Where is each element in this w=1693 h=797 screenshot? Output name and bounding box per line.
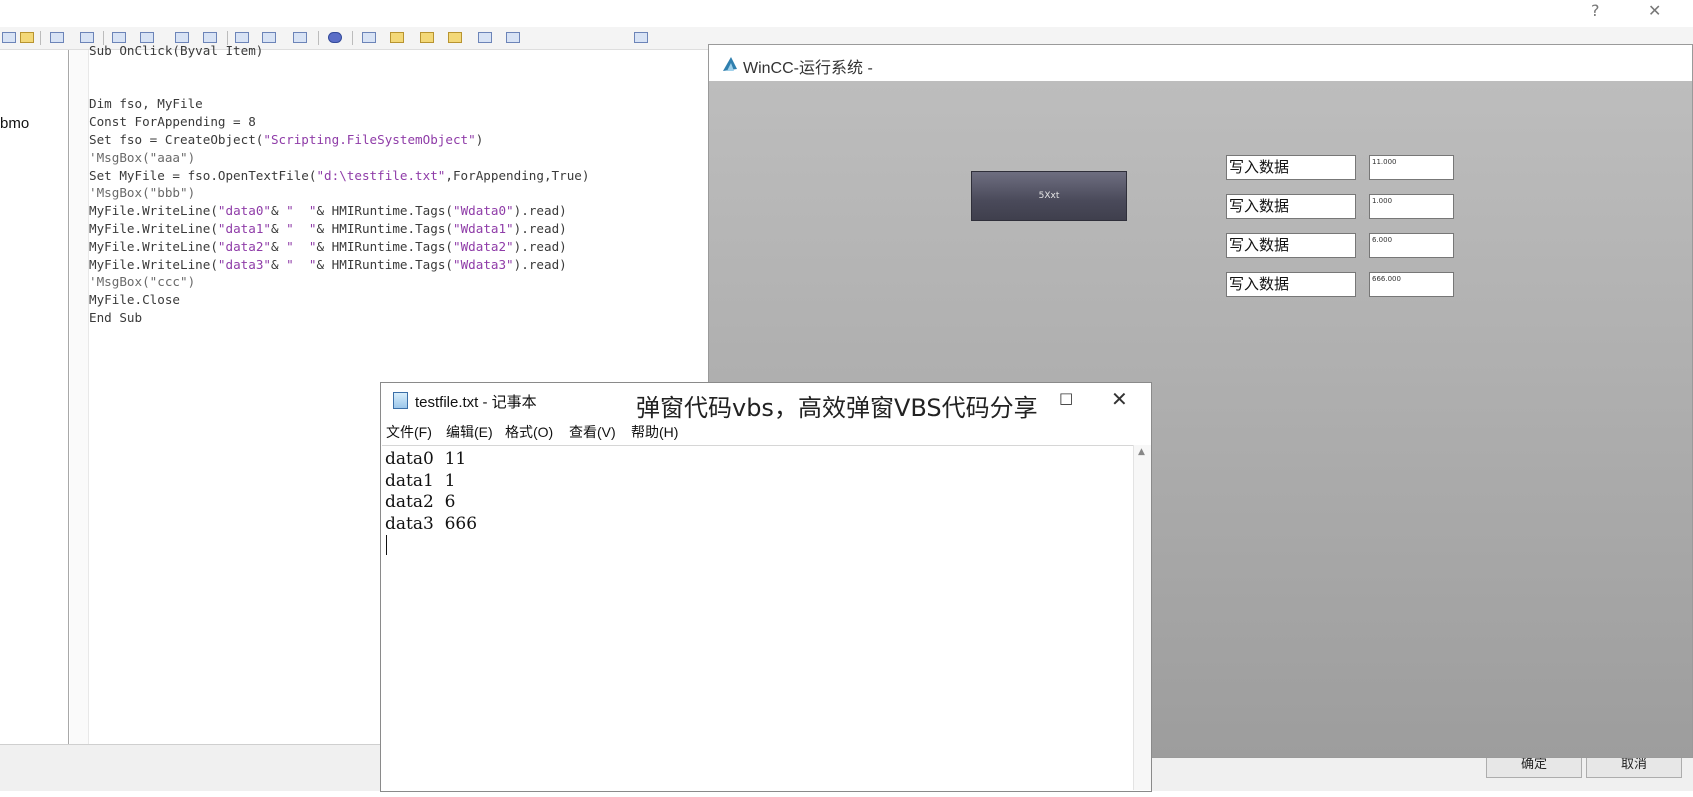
text-line: data0 11 [385,449,467,469]
notepad-title: testfile.txt - 记事本 [415,394,537,411]
code-line-comment: 'MsgBox("aaa") [89,149,196,165]
code-line: MyFile.WriteLine("data2"& " "& HMIRuntim… [89,238,567,254]
code-line: Dim fso, MyFile [89,96,203,112]
notepad-window: testfile.txt - 记事本 □ ✕ 文件(F) 编辑(E) 格式(O)… [380,382,1152,792]
text-line: data2 6 [385,492,456,512]
io-field-wdata0[interactable]: 11.000 [1369,155,1454,180]
notepad-text-area[interactable]: data0 11 data1 1 data2 6 data3 666 [382,445,1140,797]
code-line-comment: 'MsgBox("ccc") [89,274,196,290]
vertical-scrollbar[interactable]: ▲ [1133,445,1151,790]
io-field-wdata3[interactable]: 666.000 [1369,272,1454,297]
menu-view[interactable]: 查看(V) [569,422,616,442]
close-icon[interactable]: ✕ [1111,387,1128,411]
menu-file[interactable]: 文件(F) [386,422,432,442]
write-data-label: 写入数据 [1226,272,1356,297]
undo-icon[interactable] [50,32,64,43]
tree-item[interactable]: bmo [0,115,29,132]
notepad-icon [393,392,408,409]
write-data-label: 写入数据 [1226,233,1356,258]
toolbar-separator [40,31,41,45]
text-line: data1 1 [385,470,456,491]
code-line: Set MyFile = fso.OpenTextFile("d:\testfi… [89,167,590,183]
write-file-button[interactable]: 5Xxt [971,171,1127,221]
maximize-icon[interactable]: □ [1059,389,1073,407]
settings-icon[interactable] [634,32,648,43]
code-line-comment: 'MsgBox("bbb") [89,185,196,201]
menu-help[interactable]: 帮助(H) [631,422,678,442]
code-line: Sub OnClick(Byval Item) [89,43,264,58]
text-line: data3 666 [385,513,478,534]
toolbar-icon[interactable] [2,32,16,43]
watermark-caption: 弹窗代码vbs，高效弹窗VBS代码分享 [636,394,1038,422]
scroll-up-icon[interactable]: ▲ [1138,447,1145,457]
code-line: Const ForAppending = 8 [89,114,256,130]
code-line: MyFile.WriteLine("data3"& " "& HMIRuntim… [89,256,567,272]
dialog-titlebar: ? ✕ [0,0,1693,27]
object-tree-pane: bmo [0,50,69,744]
code-line: MyFile.Close [89,292,180,308]
editor-gutter [70,50,89,744]
io-field-wdata2[interactable]: 6.000 [1369,233,1454,258]
code-line: End Sub [89,309,143,325]
menu-edit[interactable]: 编辑(E) [446,422,493,442]
write-data-label: 写入数据 [1226,194,1356,219]
wincc-logo-icon [723,57,737,71]
write-data-label: 写入数据 [1226,155,1356,180]
text-caret [386,535,387,555]
code-line: MyFile.WriteLine("data0"& " "& HMIRuntim… [89,203,567,219]
code-line: MyFile.WriteLine("data1"& " "& HMIRuntim… [89,220,567,236]
menu-format[interactable]: 格式(O) [505,422,553,442]
io-field-wdata1[interactable]: 1.000 [1369,194,1454,219]
wincc-title: WinCC-运行系统 - [743,60,873,77]
dialog-close-button[interactable]: ✕ [1648,0,1661,22]
code-editor[interactable]: Sub OnClick(Byval Item) Dim fso, MyFile C… [89,42,589,327]
find-icon[interactable] [20,32,34,43]
code-line: Set fso = CreateObject("Scripting.FileSy… [89,131,484,147]
wincc-titlebar: WinCC-运行系统 - [709,45,1692,81]
help-button[interactable]: ? [1591,0,1600,22]
